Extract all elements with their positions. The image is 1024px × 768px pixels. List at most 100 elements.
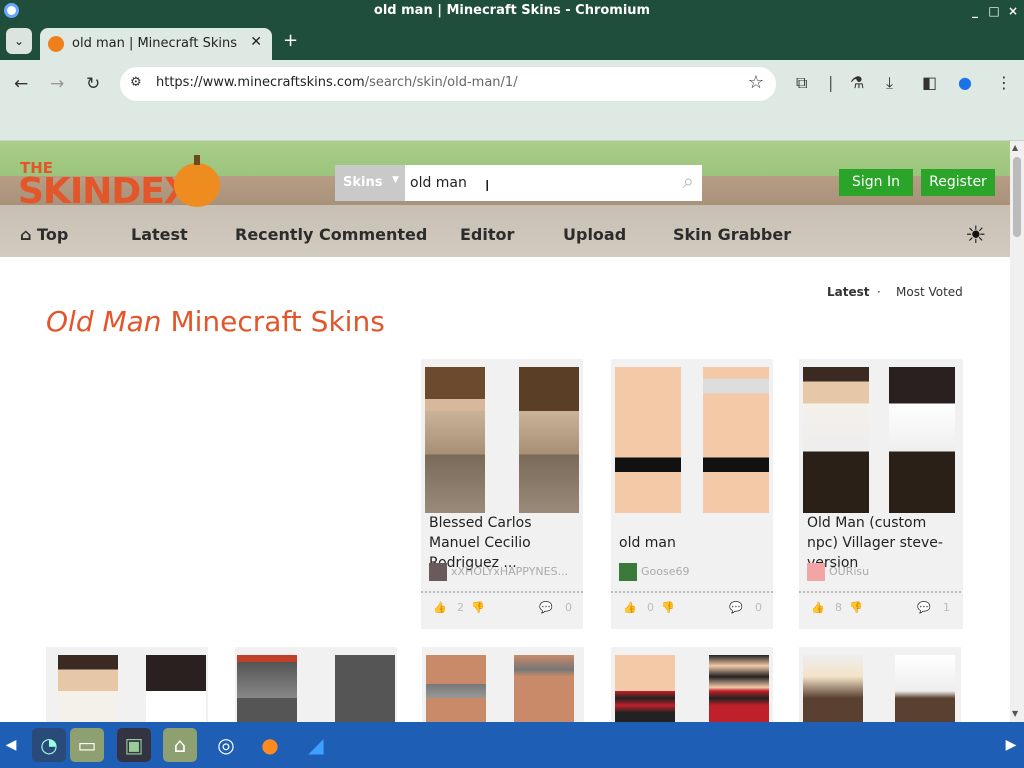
taskbar-left-arrow-icon[interactable]: ◀ <box>0 728 22 762</box>
scrollbar-thumb[interactable] <box>1013 157 1021 237</box>
site-info-icon[interactable]: ⚙ <box>130 75 142 90</box>
search-icon[interactable]: ⌕ <box>683 169 694 193</box>
terminal-icon[interactable]: ▣ <box>117 728 151 762</box>
skin-back-image <box>703 367 769 513</box>
bookmarks-bar <box>0 108 1024 141</box>
tab-strip: ⌄ old man | Minecraft Skins ✕ + <box>0 22 1024 60</box>
chromium-icon[interactable]: ◎ <box>209 728 243 762</box>
nav-editor[interactable]: Editor <box>460 225 514 244</box>
thumbs-up-icon[interactable]: 👍 <box>623 601 637 614</box>
skin-front-image <box>615 367 681 513</box>
comment-icon: 💬 <box>729 601 743 614</box>
extensions-icon[interactable]: ⧉ <box>796 73 807 93</box>
skin-card[interactable] <box>799 647 961 722</box>
search-box: ⌕ <box>405 165 702 201</box>
search-category-label: Skins <box>343 175 383 190</box>
back-icon[interactable]: ← <box>14 74 28 94</box>
skin-back-image <box>519 367 579 513</box>
address-bar[interactable]: ⚙ https://www.minecraftskins.com/search/… <box>120 67 776 101</box>
theme-toggle-sun-icon[interactable]: ☀ <box>965 221 987 249</box>
like-count: 0 <box>647 601 654 614</box>
taskbar-right-arrow-icon[interactable]: ▶ <box>1000 728 1022 762</box>
vscode-icon[interactable]: ◢ <box>299 728 333 762</box>
chromium-app-icon <box>4 3 19 18</box>
comment-icon: 💬 <box>917 601 931 614</box>
skin-author[interactable]: Goose69 <box>619 563 767 581</box>
skin-back-image <box>514 655 574 722</box>
sort-latest[interactable]: Latest <box>827 285 870 299</box>
skin-back-image <box>146 655 206 722</box>
skin-card[interactable] <box>235 647 397 722</box>
tab-close-icon[interactable]: ✕ <box>250 34 262 50</box>
browser-toolbar: ← → ↻ ⚙ https://www.minecraftskins.com/s… <box>0 60 1024 108</box>
close-window-button[interactable]: × <box>1004 0 1022 22</box>
page-title: Old Man Minecraft Skins <box>46 305 385 338</box>
sign-in-button[interactable]: Sign In <box>839 169 913 196</box>
files-icon[interactable]: ⌂ <box>163 728 197 762</box>
author-avatar <box>807 563 825 581</box>
comment-count: 0 <box>565 601 572 614</box>
window-titlebar: old man | Minecraft Skins - Chromium _ □… <box>0 0 1024 22</box>
thumbs-down-icon[interactable]: 👎 <box>661 601 675 614</box>
scroll-down-icon[interactable]: ▼ <box>1012 709 1018 718</box>
forward-icon[interactable]: → <box>50 74 64 94</box>
skin-author[interactable]: OURisu <box>807 563 955 581</box>
profile-icon[interactable]: ● <box>958 73 972 92</box>
minimize-button[interactable]: _ <box>966 0 984 22</box>
nav-top[interactable]: ⌂ Top <box>20 225 68 244</box>
skin-card[interactable] <box>422 647 584 722</box>
skin-author[interactable]: xXHOLYxHAPPYNES... <box>429 563 577 581</box>
author-name: xXHOLYxHAPPYNES... <box>451 565 569 578</box>
scroll-up-icon[interactable]: ▲ <box>1012 143 1018 152</box>
thumbs-up-icon[interactable]: 👍 <box>811 601 825 614</box>
skin-card[interactable] <box>611 647 773 722</box>
skin-card[interactable]: Blessed Carlos Manuel Cecilio Rodriguez … <box>421 359 583 629</box>
sort-separator: · <box>877 285 881 299</box>
search-input[interactable] <box>410 173 660 193</box>
site-header: THE SKINDEX Skins ▼ ⌕ I Sign In Register… <box>0 141 1010 257</box>
thumbs-up-icon[interactable]: 👍 <box>433 601 447 614</box>
caret-down-icon: ▼ <box>392 175 399 185</box>
bookmark-star-icon[interactable]: ☆ <box>748 72 764 93</box>
tab-search-button[interactable]: ⌄ <box>6 28 32 54</box>
site-favicon-icon <box>48 36 64 52</box>
nav-recently-commented[interactable]: Recently Commented <box>235 225 427 244</box>
page-scrollbar[interactable]: ▲ ▼ <box>1010 141 1024 722</box>
download-icon[interactable]: ⤓ <box>886 73 893 93</box>
maximize-button[interactable]: □ <box>985 0 1003 22</box>
page-viewport: THE SKINDEX Skins ▼ ⌕ I Sign In Register… <box>0 141 1010 722</box>
menu-icon[interactable]: ⋮ <box>996 73 1012 92</box>
side-panel-icon[interactable]: ◧ <box>922 73 937 92</box>
nav-upload[interactable]: Upload <box>563 225 626 244</box>
pumpkin-logo-icon <box>174 155 220 207</box>
skin-card[interactable]: Old Man (custom npc) Villager steve-vers… <box>799 359 963 629</box>
skin-front-image <box>615 655 675 722</box>
author-avatar <box>619 563 637 581</box>
nav-latest[interactable]: Latest <box>131 225 188 244</box>
firefox-icon[interactable]: ● <box>253 728 287 762</box>
skin-card[interactable]: old man Goose69 👍 0 👎 💬 0 <box>611 359 773 629</box>
vote-bar: 👍 0 👎 💬 0 <box>611 591 773 629</box>
search-category-select[interactable]: Skins ▼ <box>335 165 405 201</box>
like-count: 2 <box>457 601 464 614</box>
os-taskbar: ◀ ◔ ▭ ▣ ⌂ ◎ ● ◢ ▶ <box>0 722 1024 768</box>
tab-active[interactable]: old man | Minecraft Skins ✕ <box>40 28 272 60</box>
sort-most-voted[interactable]: Most Voted <box>896 285 963 299</box>
nav-skin-grabber[interactable]: Skin Grabber <box>673 225 791 244</box>
thumbs-down-icon[interactable]: 👎 <box>849 601 863 614</box>
skin-name[interactable]: old man <box>619 533 769 553</box>
skin-front-image <box>426 655 486 722</box>
reload-icon[interactable]: ↻ <box>86 74 100 94</box>
labs-icon[interactable]: ⚗ <box>850 73 864 92</box>
register-button[interactable]: Register <box>921 169 995 196</box>
tab-title: old man | Minecraft Skins <box>72 36 237 51</box>
show-desktop-icon[interactable]: ◔ <box>32 728 66 762</box>
skin-card[interactable] <box>46 647 208 722</box>
like-count: 8 <box>835 601 842 614</box>
home-icon: ⌂ <box>20 225 32 244</box>
new-tab-button[interactable]: + <box>283 30 298 51</box>
comment-count: 0 <box>755 601 762 614</box>
skin-front-image <box>237 655 297 722</box>
file-manager-icon[interactable]: ▭ <box>70 728 104 762</box>
thumbs-down-icon[interactable]: 👎 <box>471 601 485 614</box>
